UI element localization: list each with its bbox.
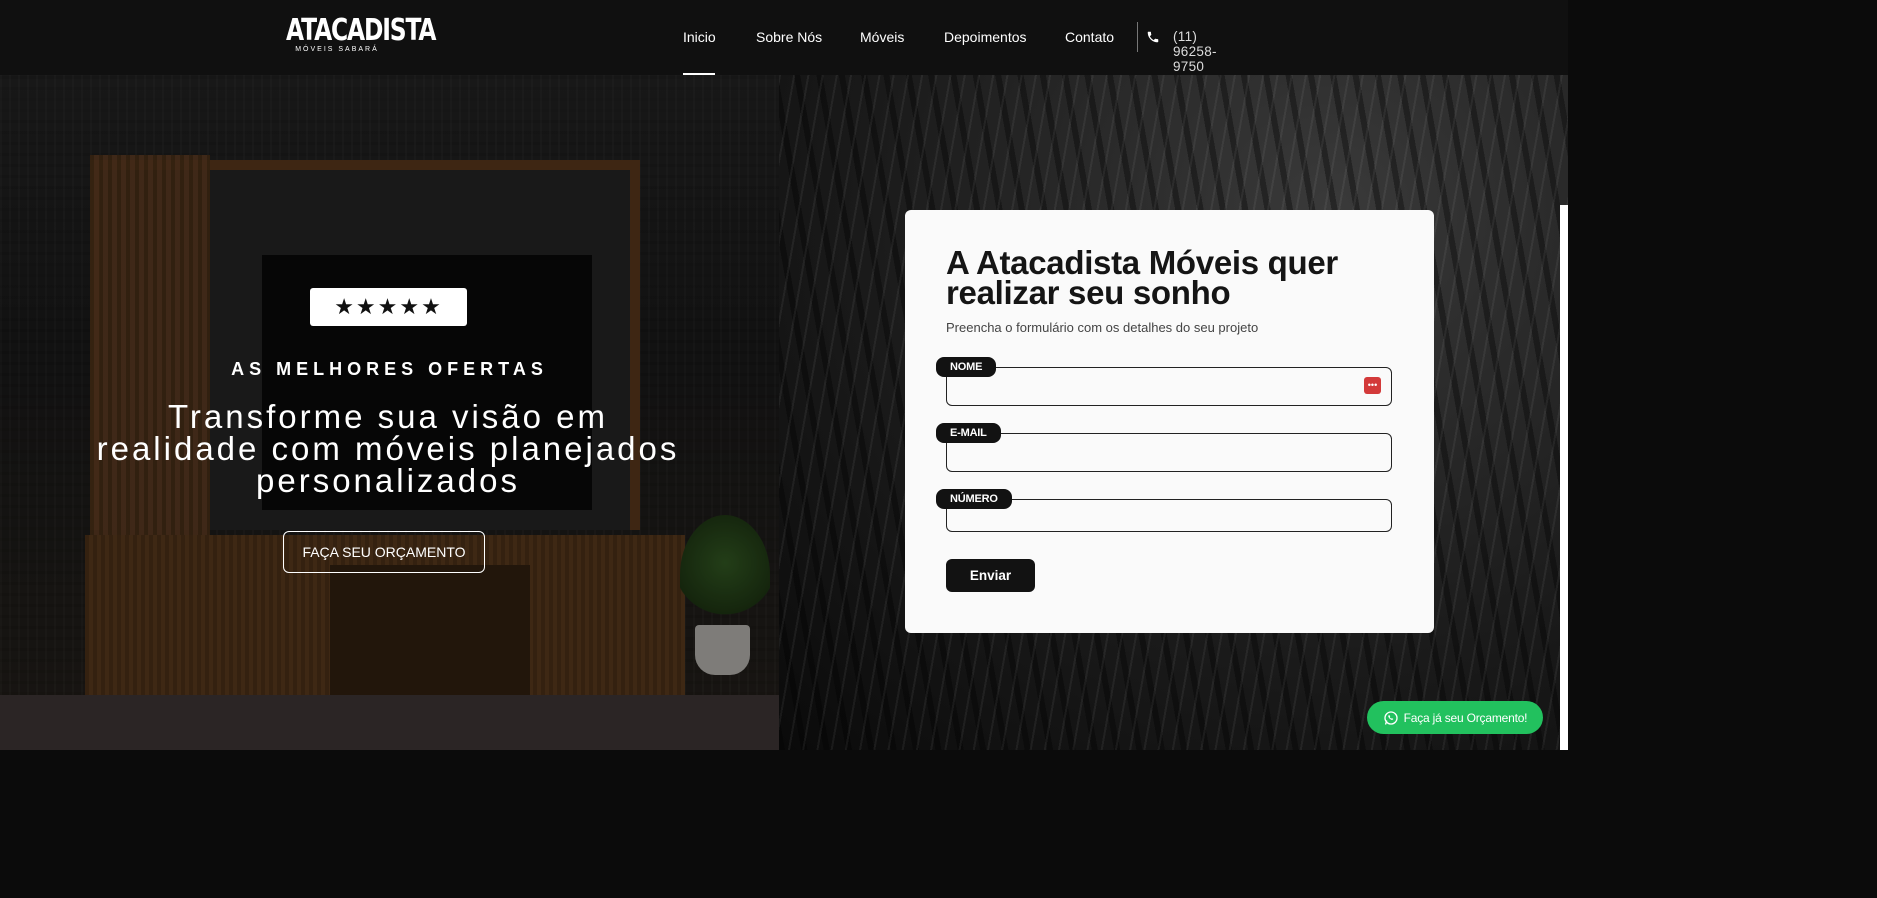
nav-divider xyxy=(1137,22,1138,52)
form-subtitle: Preencha o formulário com os detalhes do… xyxy=(946,320,1259,335)
contact-form-card: A Atacadista Móveis quer realizar seu so… xyxy=(905,210,1434,633)
form-title: A Atacadista Móveis quer realizar seu so… xyxy=(946,244,1338,311)
nav-item-sobre-nos[interactable]: Sobre Nós xyxy=(756,29,822,45)
nav-item-moveis[interactable]: Móveis xyxy=(860,29,904,45)
phone-number[interactable]: (11) 96258-9750 xyxy=(1173,29,1217,74)
submit-button[interactable]: Enviar xyxy=(946,559,1035,592)
whatsapp-icon xyxy=(1383,710,1398,725)
nav-item-inicio[interactable]: Inicio xyxy=(683,29,716,45)
hero-tagline: AS MELHORES OFERTAS xyxy=(231,359,548,379)
phone-icon xyxy=(1147,31,1159,43)
nav-item-depoimentos[interactable]: Depoimentos xyxy=(944,29,1027,45)
whatsapp-quote-button[interactable]: Faça já seu Orçamento! xyxy=(1367,701,1543,734)
phone-label: NÚMERO xyxy=(936,489,1012,509)
star-icon: ★★★★★ xyxy=(334,294,443,320)
email-input[interactable] xyxy=(956,439,1360,467)
email-label: E-MAIL xyxy=(936,423,1001,443)
rating-badge: ★★★★★ xyxy=(310,288,467,326)
phone-input[interactable] xyxy=(956,503,1360,531)
top-navbar: ATACADISTA MÓVEIS SABARÁ Inicio Sobre Nó… xyxy=(0,0,1568,75)
hero-headline: Transforme sua visão em realidade com mó… xyxy=(96,398,680,499)
nav-item-contato[interactable]: Contato xyxy=(1065,29,1114,45)
name-label: NOME xyxy=(936,357,997,377)
whatsapp-label: Faça já seu Orçamento! xyxy=(1403,710,1528,725)
brand-logo[interactable]: ATACADISTA MÓVEIS SABARÁ xyxy=(286,13,437,60)
brand-name: ATACADISTA xyxy=(286,13,437,48)
password-manager-icon[interactable]: ••• xyxy=(1364,377,1381,394)
name-input[interactable] xyxy=(956,373,1360,401)
active-nav-indicator xyxy=(683,73,715,75)
quote-button[interactable]: FAÇA SEU ORÇAMENTO xyxy=(283,531,485,573)
scrollbar[interactable] xyxy=(1560,205,1568,750)
